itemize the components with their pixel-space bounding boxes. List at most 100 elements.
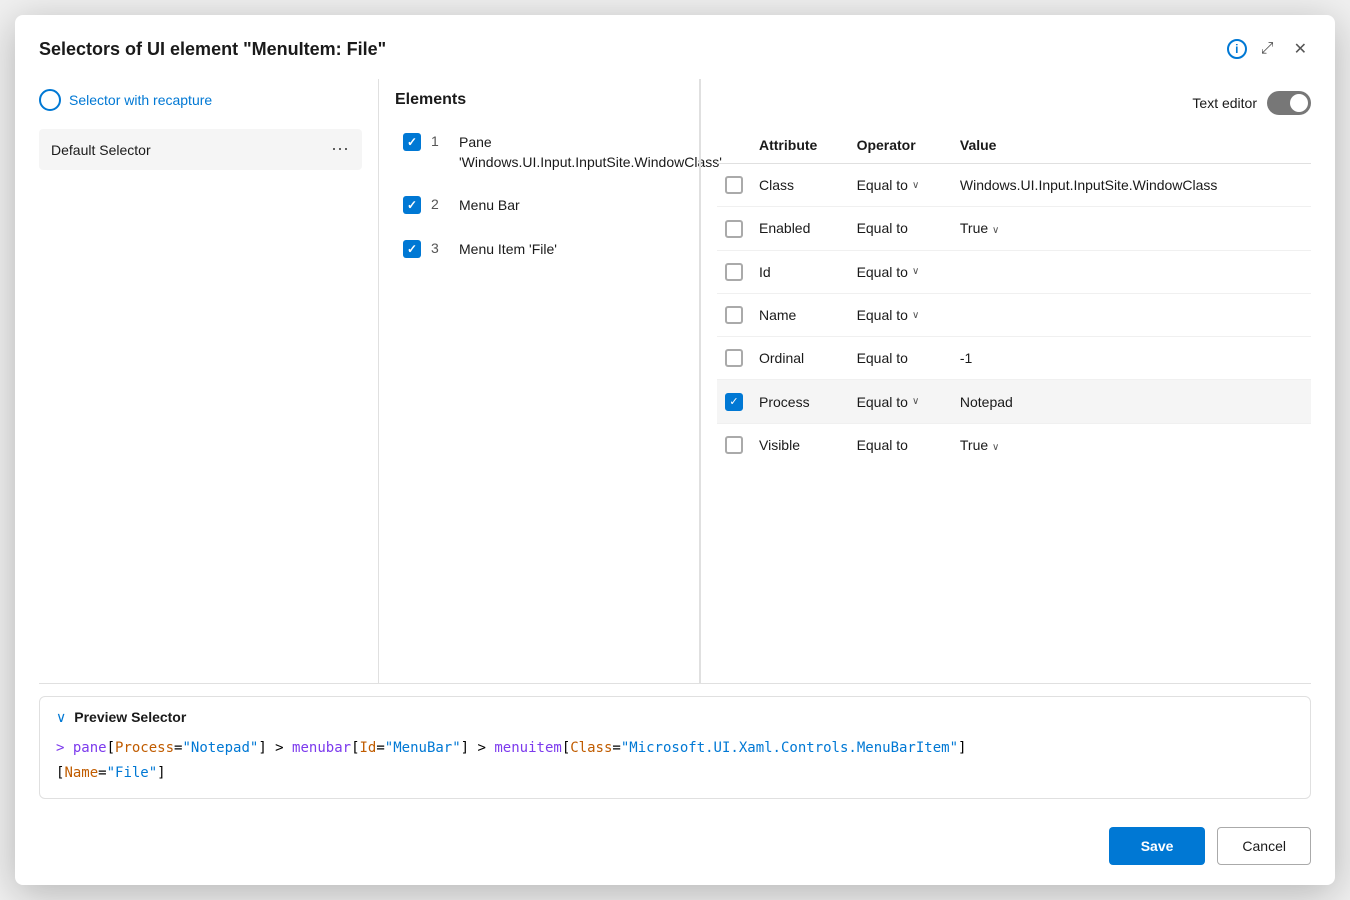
preview-header-text: Preview Selector bbox=[74, 709, 186, 725]
attr-checkbox[interactable] bbox=[725, 220, 743, 238]
attr-operator[interactable]: Equal to ∨ bbox=[849, 164, 952, 207]
dialog: Selectors of UI element "MenuItem: File"… bbox=[15, 15, 1335, 885]
table-row[interactable]: Class Equal to ∨ Windows.UI.Input.InputSit… bbox=[717, 164, 1311, 207]
dialog-title: Selectors of UI element "MenuItem: File" bbox=[39, 39, 1217, 60]
preview-text: = bbox=[376, 740, 384, 756]
preview-attribute: Class bbox=[570, 740, 612, 756]
table-row[interactable]: EnabledEqual toTrue ∨ bbox=[717, 207, 1311, 250]
attr-checkbox[interactable] bbox=[725, 176, 743, 194]
attr-name: Process bbox=[751, 380, 849, 423]
table-row[interactable]: VisibleEqual toTrue ∨ bbox=[717, 423, 1311, 466]
attr-value bbox=[952, 250, 1311, 293]
preview-chevron: ∨ bbox=[56, 709, 66, 726]
preview-element: pane bbox=[73, 740, 107, 756]
preview-element: menuitem bbox=[494, 740, 561, 756]
element-number: 2 bbox=[431, 196, 449, 212]
element-item[interactable]: 1Pane 'Windows.UI.Input.InputSite.Window… bbox=[395, 121, 683, 184]
element-checkbox[interactable] bbox=[403, 133, 421, 151]
operator-select[interactable]: Equal to ∨ bbox=[857, 264, 920, 280]
element-text: Pane 'Windows.UI.Input.InputSite.WindowC… bbox=[459, 133, 722, 172]
attr-checkbox[interactable] bbox=[725, 306, 743, 324]
dialog-header: Selectors of UI element "MenuItem: File"… bbox=[15, 15, 1335, 79]
selector-item[interactable]: Default Selector ⋯ bbox=[39, 129, 362, 170]
value-chevron-icon: ∨ bbox=[992, 442, 999, 453]
save-button[interactable]: Save bbox=[1109, 827, 1206, 865]
attr-checkbox[interactable] bbox=[725, 263, 743, 281]
middle-panel: Elements 1Pane 'Windows.UI.Input.InputSi… bbox=[379, 79, 699, 683]
cancel-button[interactable]: Cancel bbox=[1217, 827, 1311, 865]
attr-name: Id bbox=[751, 250, 849, 293]
text-editor-toggle[interactable] bbox=[1267, 91, 1311, 115]
attr-operator[interactable]: Equal to ∨ bbox=[849, 293, 952, 336]
col-operator: Operator bbox=[849, 127, 952, 164]
attr-checkbox[interactable] bbox=[725, 349, 743, 367]
element-item[interactable]: 3Menu Item 'File' bbox=[395, 228, 683, 272]
text-editor-row: Text editor bbox=[1192, 91, 1311, 115]
attr-name: Enabled bbox=[751, 207, 849, 250]
preview-text: ] bbox=[157, 765, 165, 781]
attr-checkbox[interactable] bbox=[725, 436, 743, 454]
text-editor-label: Text editor bbox=[1192, 95, 1257, 111]
attr-operator[interactable]: Equal to bbox=[849, 423, 952, 466]
col-attribute: Attribute bbox=[751, 127, 849, 164]
preview-attribute: Process bbox=[115, 740, 174, 756]
attr-operator[interactable]: Equal to ∨ bbox=[849, 250, 952, 293]
element-checkbox[interactable] bbox=[403, 240, 421, 258]
preview-header[interactable]: ∨ Preview Selector bbox=[56, 709, 1294, 726]
info-icon[interactable]: i bbox=[1227, 39, 1247, 59]
preview-text: = bbox=[612, 740, 620, 756]
operator-select[interactable]: Equal to ∨ bbox=[857, 394, 920, 410]
add-selector-button[interactable]: Selector with recapture bbox=[39, 79, 362, 121]
chevron-down-icon: ∨ bbox=[912, 266, 919, 277]
preview-symbol: > bbox=[56, 740, 73, 756]
attribute-table: Attribute Operator Value ClassEqual to ∨… bbox=[717, 127, 1311, 466]
preview-content: > pane[Process="Notepad"] > menubar[Id="… bbox=[56, 736, 1294, 786]
preview-value: "Notepad" bbox=[182, 740, 258, 756]
table-row[interactable]: NameEqual to ∨ bbox=[717, 293, 1311, 336]
attr-value: True ∨ bbox=[952, 207, 1311, 250]
three-dots-menu[interactable]: ⋯ bbox=[331, 139, 350, 160]
right-top-row: Text editor bbox=[717, 79, 1311, 127]
selector-item-label: Default Selector bbox=[51, 142, 151, 158]
operator-select[interactable]: Equal to ∨ bbox=[857, 177, 920, 193]
expand-icon[interactable]: ⤢ bbox=[1257, 36, 1278, 62]
preview-value: "MenuBar" bbox=[385, 740, 461, 756]
chevron-down-icon: ∨ bbox=[912, 180, 919, 191]
add-selector-label: Selector with recapture bbox=[69, 92, 212, 108]
middle-header: Elements bbox=[395, 79, 683, 121]
chevron-down-icon: ∨ bbox=[912, 310, 919, 321]
attr-name: Class bbox=[751, 164, 849, 207]
value-chevron-icon: ∨ bbox=[992, 225, 999, 236]
preview-attribute: Name bbox=[64, 765, 98, 781]
attr-checkbox[interactable]: ✓ bbox=[725, 393, 743, 411]
preview-value: "Microsoft.UI.Xaml.Controls.MenuBarItem" bbox=[621, 740, 958, 756]
element-number: 3 bbox=[431, 240, 449, 256]
section-divider bbox=[39, 683, 1311, 684]
element-item[interactable]: 2Menu Bar bbox=[395, 184, 683, 228]
chevron-down-icon: ∨ bbox=[912, 396, 919, 407]
preview-value: "File" bbox=[107, 765, 158, 781]
element-checkbox[interactable] bbox=[403, 196, 421, 214]
table-row[interactable]: OrdinalEqual to-1 bbox=[717, 337, 1311, 380]
attr-operator[interactable]: Equal to bbox=[849, 337, 952, 380]
right-panel: Text editor Attribute Operator Value Cla… bbox=[700, 79, 1311, 683]
operator-select[interactable]: Equal to ∨ bbox=[857, 307, 920, 323]
table-row[interactable]: ✓ProcessEqual to ∨Notepad bbox=[717, 380, 1311, 423]
col-checkbox bbox=[717, 127, 751, 164]
plus-circle-icon bbox=[39, 89, 61, 111]
preview-text: ] bbox=[958, 740, 966, 756]
attr-operator[interactable]: Equal to ∨ bbox=[849, 380, 952, 423]
table-row[interactable]: Id Equal to ∨ bbox=[717, 250, 1311, 293]
attr-value: True ∨ bbox=[952, 423, 1311, 466]
elements-title: Elements bbox=[395, 79, 466, 121]
preview-text: ] > bbox=[461, 740, 495, 756]
dialog-body: Selector with recapture Default Selector… bbox=[15, 79, 1335, 683]
header-actions: ⤢ ✕ bbox=[1257, 35, 1311, 63]
close-icon[interactable]: ✕ bbox=[1290, 35, 1311, 63]
attr-operator[interactable]: Equal to bbox=[849, 207, 952, 250]
attr-value bbox=[952, 293, 1311, 336]
preview-section: ∨ Preview Selector > pane[Process="Notep… bbox=[39, 696, 1311, 799]
element-number: 1 bbox=[431, 133, 449, 149]
left-panel: Selector with recapture Default Selector… bbox=[39, 79, 379, 683]
attr-value: Windows.UI.Input.InputSite.WindowClass bbox=[952, 164, 1311, 207]
